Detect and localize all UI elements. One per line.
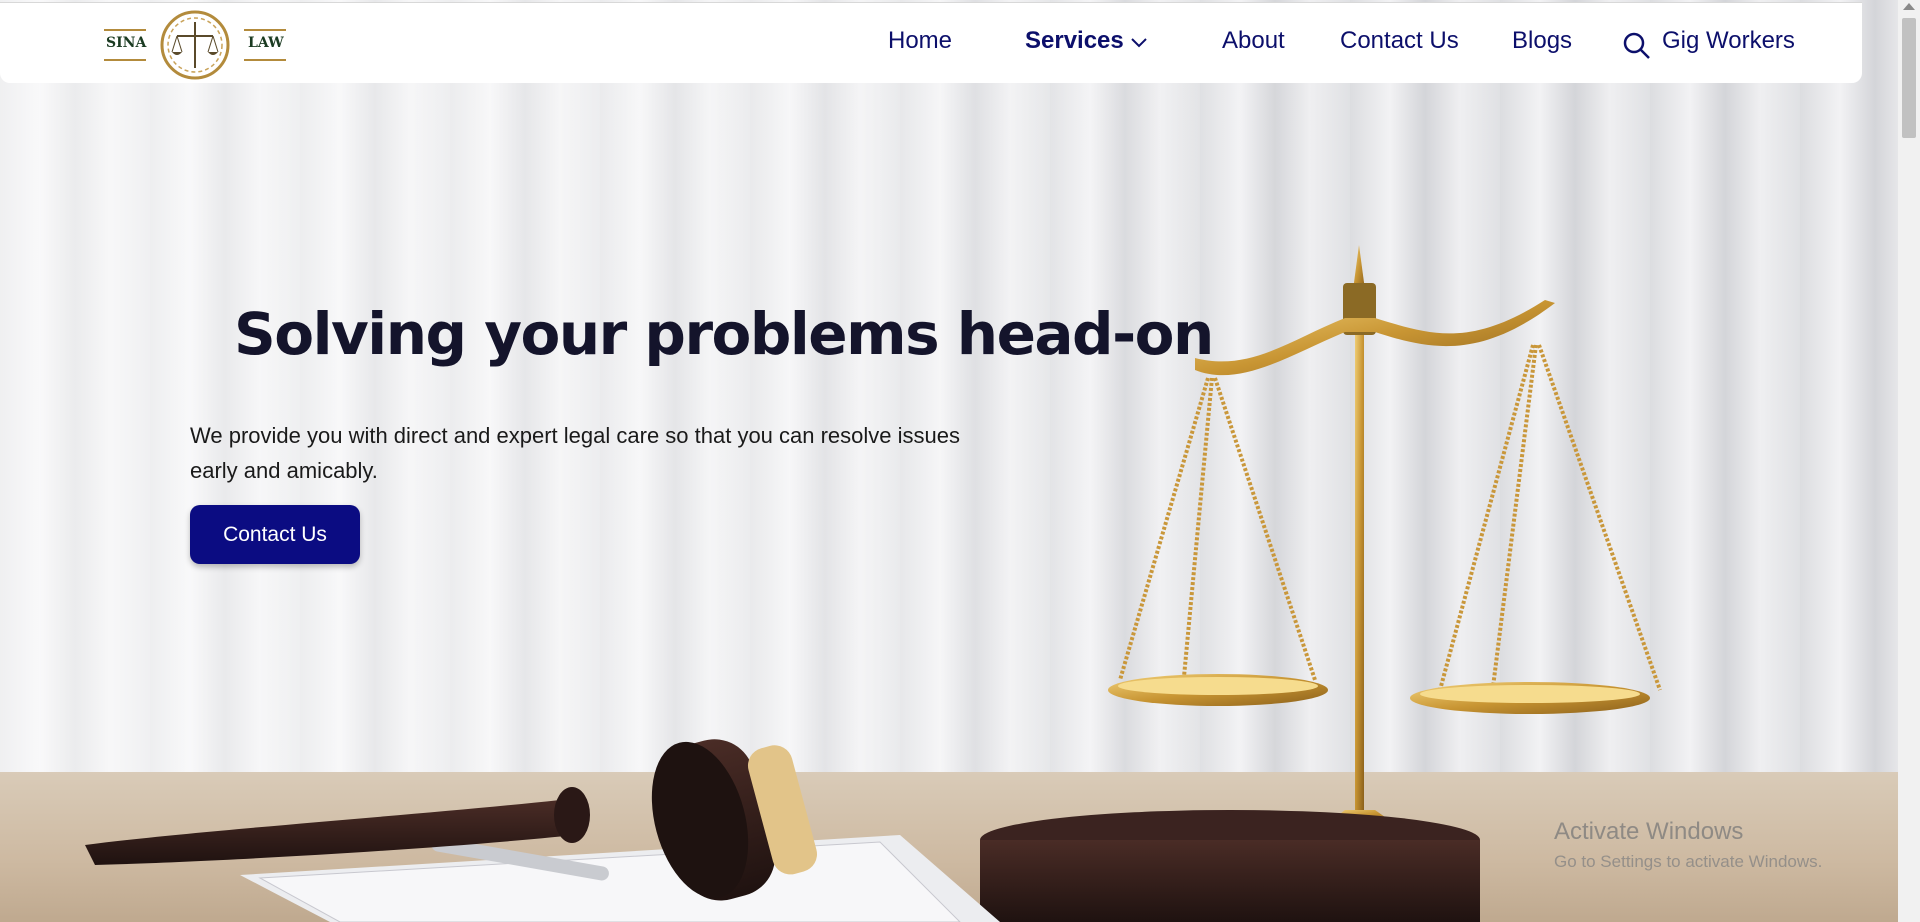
scroll-up-arrow-icon[interactable]	[1903, 3, 1915, 10]
gavel-block	[980, 810, 1480, 922]
search-icon[interactable]	[1622, 31, 1652, 61]
nav-contact-us[interactable]: Contact Us	[1340, 27, 1459, 55]
nav-services-label: Services	[1025, 27, 1124, 54]
vertical-scrollbar[interactable]	[1898, 0, 1920, 922]
chevron-down-icon	[1131, 37, 1147, 48]
activate-windows-title: Activate Windows	[1554, 818, 1744, 845]
nav-about[interactable]: About	[1222, 27, 1285, 55]
logo-right-word: LAW	[248, 35, 284, 51]
nav-home[interactable]: Home	[888, 27, 952, 55]
scrollbar-thumb[interactable]	[1902, 18, 1916, 138]
top-navbar: SINA LAW Home Services About Contact Us …	[0, 2, 1862, 83]
nav-gig-workers[interactable]: Gig Workers	[1662, 27, 1795, 55]
page-background: SINA LAW Home Services About Contact Us …	[0, 0, 1898, 922]
hero-subtext: We provide you with direct and expert le…	[190, 423, 960, 483]
contact-us-button[interactable]: Contact Us	[190, 505, 360, 564]
nav-services[interactable]: Services	[1025, 27, 1148, 55]
hero-headline: Solving your problems head-on	[234, 300, 1214, 368]
logo-left-word: SINA	[106, 35, 147, 51]
activate-windows-subtitle: Go to Settings to activate Windows.	[1554, 852, 1823, 871]
nav-blogs[interactable]: Blogs	[1512, 27, 1572, 55]
sina-law-logo[interactable]: SINA LAW	[102, 8, 288, 82]
